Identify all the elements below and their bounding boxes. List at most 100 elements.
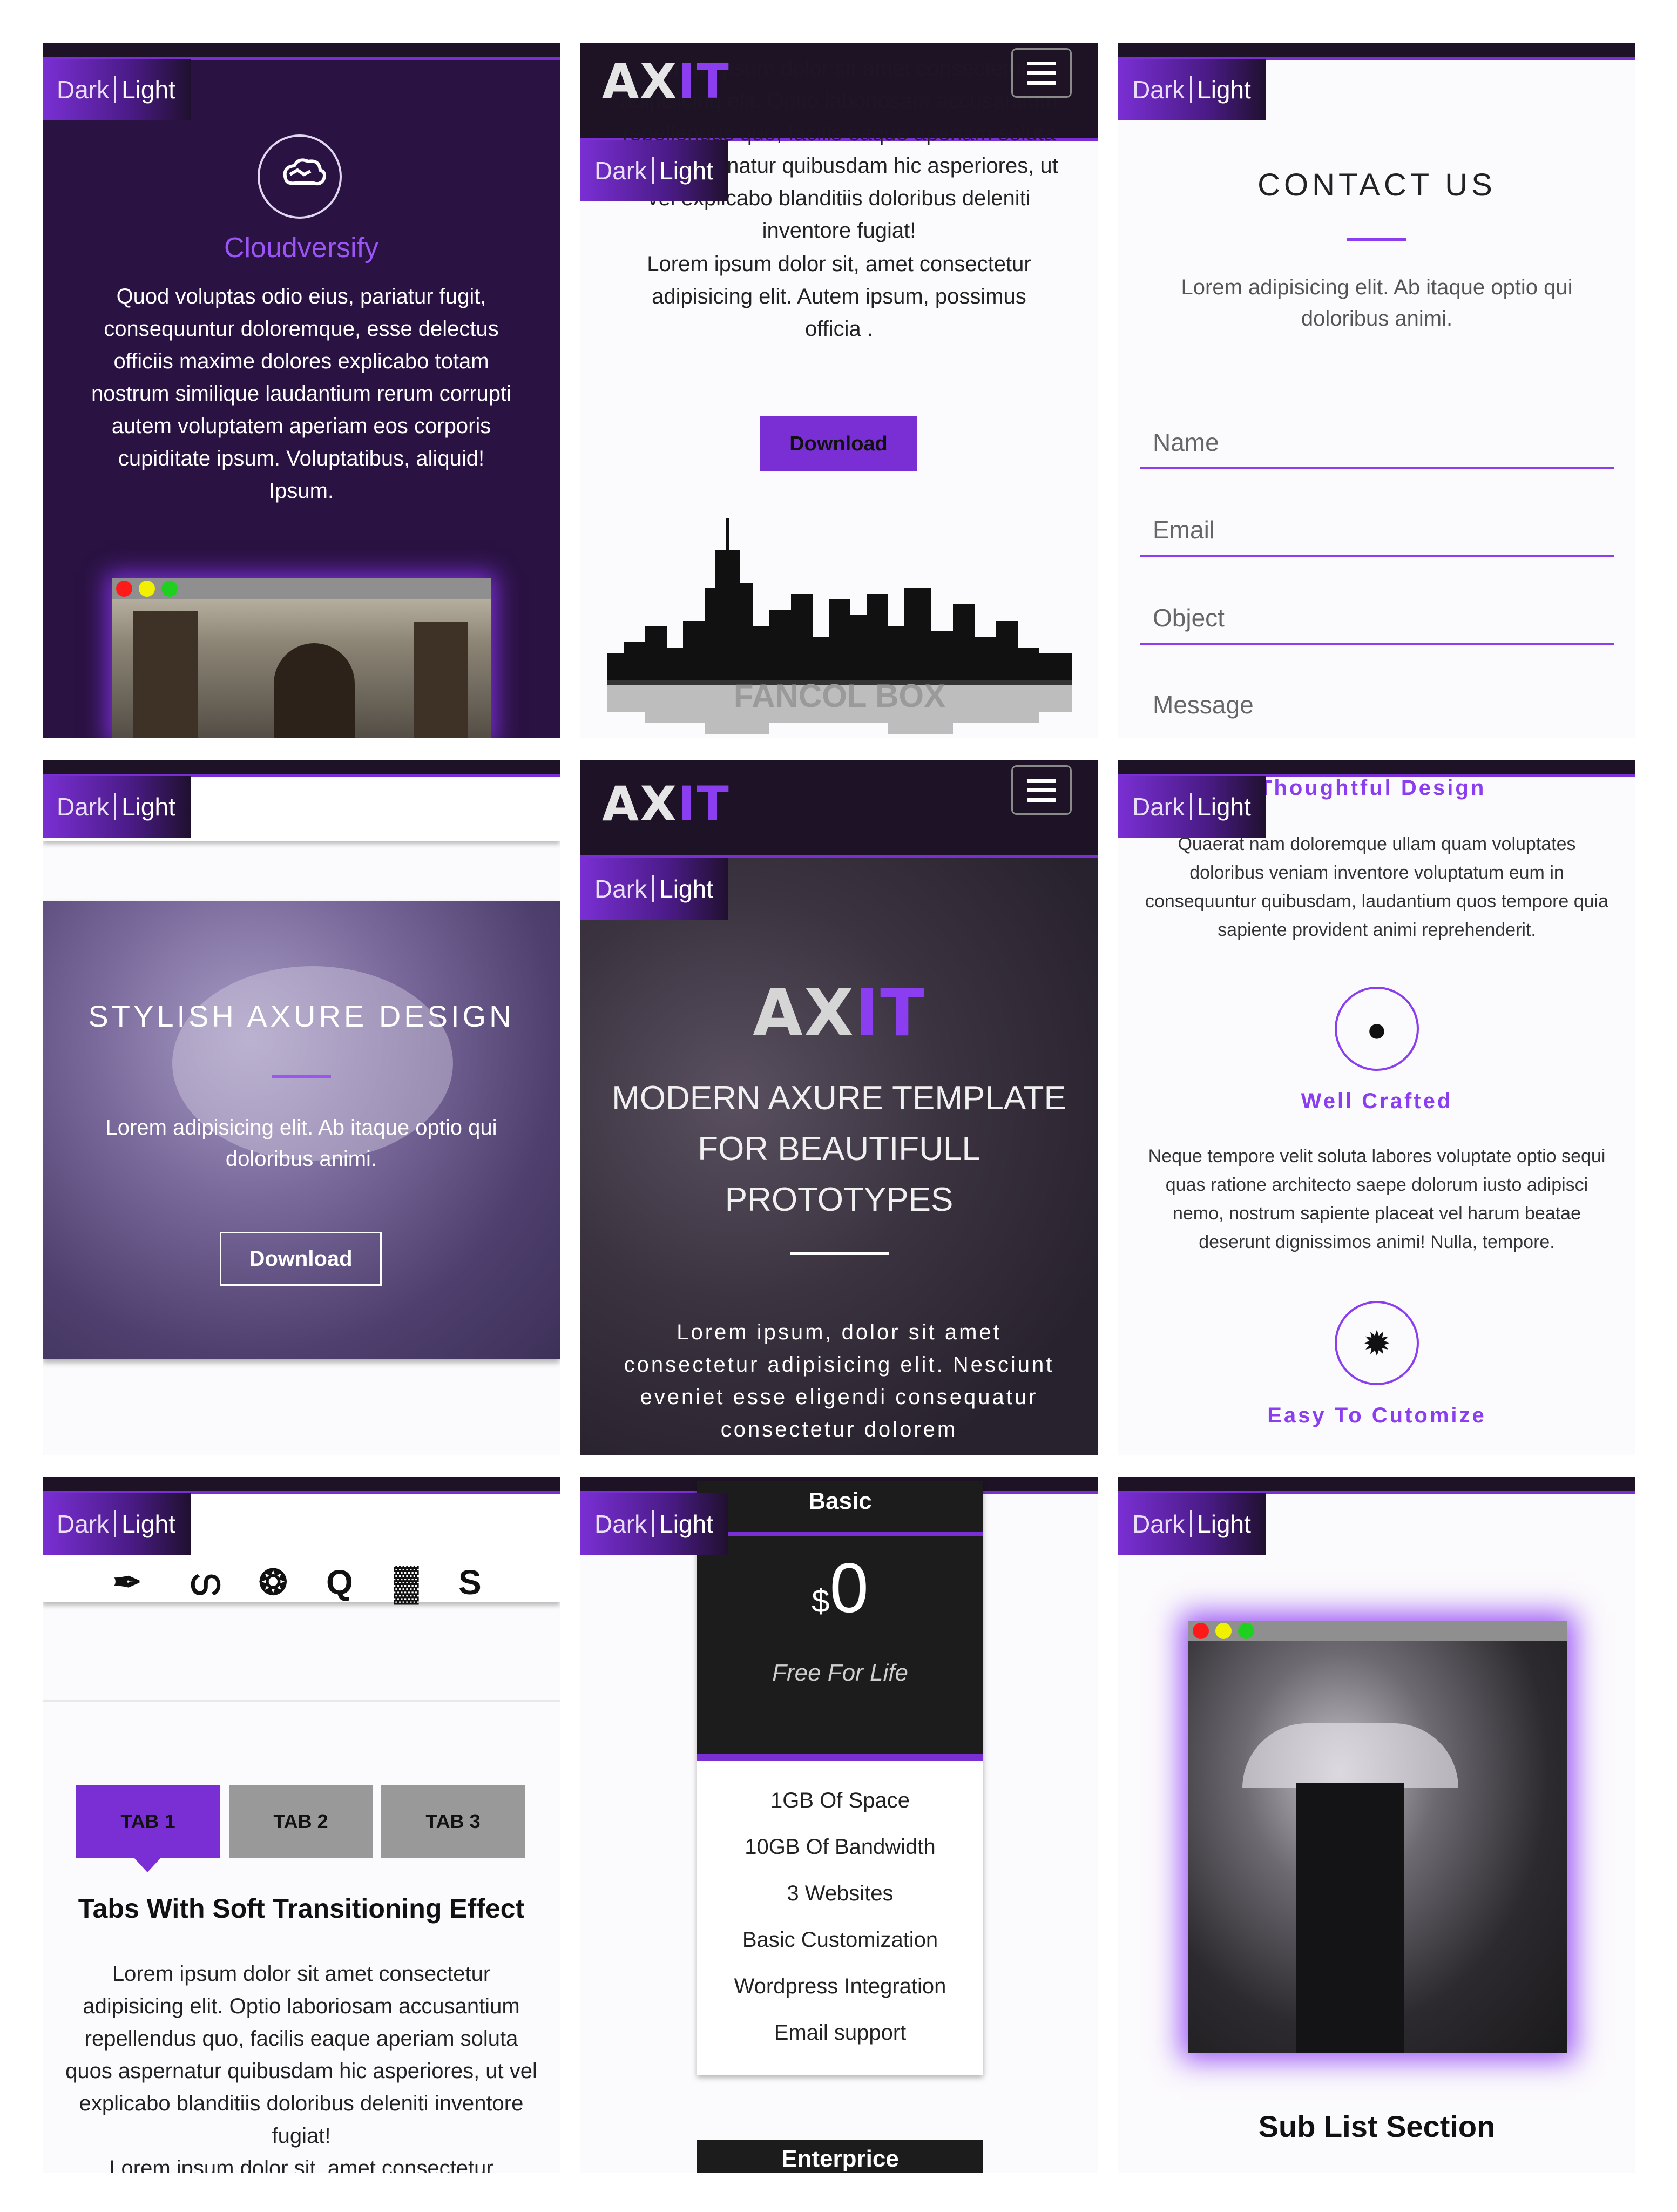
dark-option[interactable]: Dark bbox=[1132, 76, 1185, 104]
light-option[interactable]: Light bbox=[1197, 1510, 1251, 1538]
panel-contact: Dark Light CONTACT US Lorem adipisicing e… bbox=[1118, 43, 1635, 738]
rebel-icon[interactable]: ❂ bbox=[259, 1562, 288, 1603]
light-option[interactable]: Light bbox=[1197, 793, 1251, 821]
dark-option[interactable]: Dark bbox=[57, 1510, 109, 1538]
theme-toggle[interactable]: Dark Light bbox=[1118, 59, 1266, 120]
light-option[interactable]: Light bbox=[121, 793, 175, 821]
tab-2[interactable]: TAB 2 bbox=[229, 1785, 373, 1858]
theme-toggle[interactable]: Dark Light bbox=[1118, 776, 1266, 838]
stumbleupon-icon[interactable]: ഗ bbox=[188, 1562, 220, 1603]
quora-icon[interactable]: Q bbox=[326, 1562, 353, 1602]
card-title: Cloudversify bbox=[224, 232, 379, 264]
light-option[interactable]: Light bbox=[659, 875, 713, 903]
light-option[interactable]: Light bbox=[1197, 76, 1251, 104]
top-bar bbox=[1118, 43, 1635, 60]
download-button[interactable]: Download bbox=[760, 416, 917, 471]
menu-button[interactable] bbox=[1011, 765, 1072, 815]
tab-content-text: Lorem ipsum dolor sit amet consectetur a… bbox=[65, 1962, 537, 2148]
name-field[interactable]: Name bbox=[1140, 415, 1614, 469]
feature-title-easy-customize: Easy To Cutomize bbox=[1267, 1404, 1486, 1427]
top-bar bbox=[1118, 1477, 1635, 1494]
hero-headline: MODERN AXURE TEMPLATE FOR BEAUTIFULL PRO… bbox=[612, 1080, 1066, 1218]
pricing-card-basic: Basic $0 Free For Life 1GB Of Space 10GB… bbox=[697, 1481, 983, 2075]
theme-toggle[interactable]: Dark Light bbox=[580, 140, 728, 201]
hero-text: Lorem adipisicing elit. Ab itaque optio … bbox=[105, 1116, 497, 1171]
contact-title: CONTACT US bbox=[1257, 167, 1496, 203]
plan-name-enterprise: Enterprice bbox=[781, 2146, 899, 2172]
hero-text: Lorem ipsum, dolor sit amet consectetur … bbox=[624, 1320, 1054, 1441]
price: $0 bbox=[812, 1548, 869, 1627]
hero-download-button[interactable]: Download bbox=[220, 1232, 382, 1286]
skype-icon[interactable]: S bbox=[458, 1562, 482, 1602]
theme-toggle[interactable]: Dark Light bbox=[580, 858, 728, 920]
snapchat-icon[interactable]: ▓ bbox=[394, 1562, 419, 1602]
dark-option[interactable]: Dark bbox=[594, 157, 647, 185]
dark-option[interactable]: Dark bbox=[57, 793, 109, 821]
panel-tabs: earum DarkLight ✒ ഗ ❂ Q ▓ S TAB 1 TAB 2 … bbox=[43, 1477, 560, 2173]
tabs-title: Tabs With Soft Transitioning Effect bbox=[78, 1893, 525, 1924]
list-item: Email support bbox=[774, 2021, 907, 2045]
panel-pricing: Dark Light Basic $0 Free For Life 1GB Of … bbox=[580, 1477, 1098, 2173]
light-option[interactable]: Light bbox=[121, 76, 175, 104]
dark-option[interactable]: Dark bbox=[1132, 793, 1185, 821]
email-field[interactable]: Email bbox=[1140, 503, 1614, 557]
list-item: 3 Websites bbox=[787, 1881, 894, 1905]
list-item: 1GB Of Space bbox=[770, 1789, 910, 1812]
hero-title: STYLISH AXURE DESIGN bbox=[88, 999, 515, 1033]
social-icons: ✒ ഗ ❂ Q ▓ S bbox=[113, 1562, 502, 1606]
panel-stylish-design: Dark Light STYLISH AXURE DESIGN Lorem adi… bbox=[43, 760, 560, 1455]
theme-toggle[interactable]: Dark Light bbox=[43, 776, 191, 838]
city-skyline: FANCOL BOX bbox=[607, 518, 1072, 734]
features-intro: Quaerat nam doloremque ullam quam volupt… bbox=[1145, 834, 1609, 940]
dark-option[interactable]: Dark bbox=[1132, 1510, 1185, 1538]
tab-3[interactable]: TAB 3 bbox=[381, 1785, 525, 1858]
object-field[interactable]: Object bbox=[1140, 591, 1614, 645]
light-option[interactable]: Light bbox=[659, 1510, 713, 1538]
browser-mockup bbox=[1188, 1621, 1567, 2053]
list-item: Basic Customization bbox=[742, 1928, 938, 1952]
feather-icon[interactable]: ✒ bbox=[113, 1562, 142, 1603]
browser-mockup bbox=[112, 578, 491, 738]
body-text: Lorem ipsum dolor sit, amet consectetur … bbox=[647, 252, 1031, 341]
panel-hero: AXIT Dark Light AXIT MODERN AXURE TEMPLAT… bbox=[580, 760, 1098, 1455]
title-underline bbox=[1347, 238, 1406, 241]
plan-name: Basic bbox=[808, 1488, 872, 1514]
cloud-handshake-icon bbox=[258, 134, 342, 219]
card-text: Quod voluptas odio eius, pariatur fugit,… bbox=[91, 285, 512, 503]
menu-button[interactable] bbox=[1011, 48, 1072, 98]
theme-toggle[interactable]: Dark Light bbox=[43, 1493, 191, 1555]
feature-text: Neque tempore velit soluta labores volup… bbox=[1148, 1146, 1606, 1252]
contact-text: Lorem adipisicing elit. Ab itaque optio … bbox=[1181, 275, 1573, 331]
light-option[interactable]: Light bbox=[121, 1510, 175, 1538]
pricing-card-enterprise: Enterprice bbox=[697, 2140, 983, 2173]
top-bar bbox=[1118, 760, 1635, 777]
price-block: $0 Free For Life bbox=[697, 1536, 983, 1754]
section-title: Sub List Section bbox=[1258, 2109, 1496, 2143]
theme-toggle[interactable]: Dark Light bbox=[1118, 1493, 1266, 1555]
lightbulb-icon: ● bbox=[1335, 987, 1419, 1071]
theme-toggle[interactable]: Dark Light bbox=[43, 59, 191, 120]
theme-toggle[interactable]: Dark Light bbox=[580, 1493, 728, 1555]
top-bar bbox=[43, 760, 560, 777]
light-option[interactable]: Light bbox=[659, 157, 713, 185]
features-heading: Thoughtful Design bbox=[1259, 776, 1486, 800]
brand-logo[interactable]: AXIT bbox=[602, 776, 730, 832]
dark-option[interactable]: Dark bbox=[594, 1510, 647, 1538]
tab-1[interactable]: TAB 1 bbox=[76, 1785, 220, 1858]
list-item: Wordpress Integration bbox=[734, 1974, 946, 1998]
features-list: 1GB Of Space 10GB Of Bandwidth 3 Website… bbox=[697, 1777, 983, 2056]
top-bar bbox=[43, 1477, 560, 1494]
hero-logo: AXIT bbox=[753, 976, 925, 1051]
gear-icon: ✹ bbox=[1335, 1301, 1419, 1385]
panel-cloudversify: Dark Light Cloudversify Quod voluptas odi… bbox=[43, 43, 560, 738]
dark-option[interactable]: Dark bbox=[57, 76, 109, 104]
panel-features: Thoughtful Design Dark Light Quaerat nam … bbox=[1118, 760, 1635, 1455]
reflection-text: FANCOL BOX bbox=[734, 678, 945, 714]
brand-logo[interactable]: AXIT bbox=[602, 53, 730, 109]
dark-option[interactable]: Dark bbox=[594, 875, 647, 903]
price-period: Free For Life bbox=[772, 1660, 908, 1686]
message-field[interactable]: Message bbox=[1140, 678, 1614, 732]
tab-content-text-2: Lorem ipsum dolor sit, amet consectetur bbox=[109, 2156, 493, 2173]
active-tab-pointer bbox=[134, 1858, 160, 1872]
list-item: 10GB Of Bandwidth bbox=[745, 1835, 936, 1859]
